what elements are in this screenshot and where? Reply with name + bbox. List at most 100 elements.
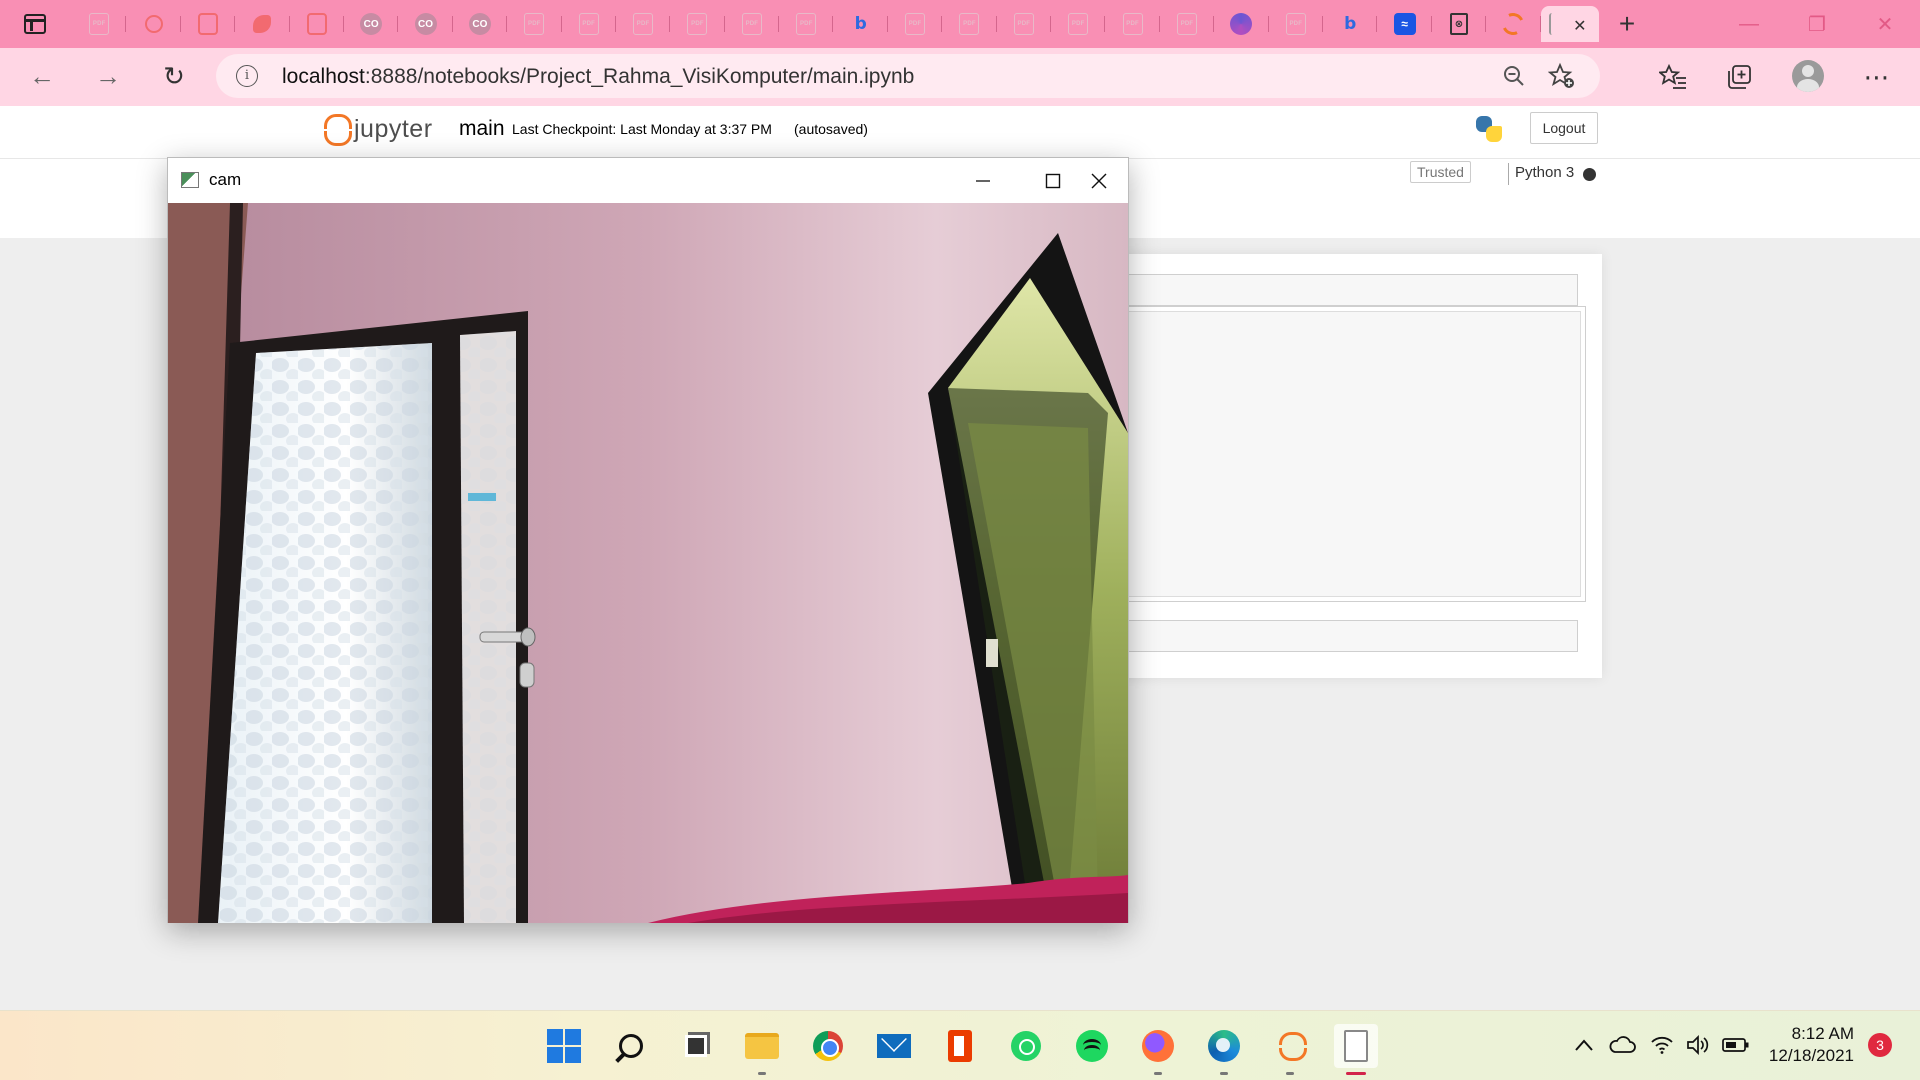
search-icon (619, 1034, 643, 1058)
window-restore-button[interactable]: ❐ (1802, 10, 1832, 38)
browser-tab[interactable]: PDF (507, 6, 562, 42)
zoom-out-icon[interactable] (1502, 64, 1526, 94)
collections-button[interactable] (1720, 58, 1758, 96)
browser-tab[interactable]: PDF (779, 6, 834, 42)
jupyter-logo-icon (322, 114, 352, 146)
battery-button[interactable] (1722, 1031, 1750, 1059)
cam-app-icon (181, 172, 199, 188)
cam-window-titlebar[interactable]: cam (168, 158, 1128, 203)
jupyter-logo[interactable]: jupyter (322, 114, 433, 146)
browser-tab[interactable]: ≈ (1377, 6, 1433, 42)
speaker-icon (1687, 1034, 1709, 1056)
new-tab-button[interactable]: + (1610, 8, 1644, 40)
browser-tab[interactable]: PDF (1269, 6, 1324, 42)
file-app-button[interactable] (1334, 1024, 1378, 1075)
site-info-icon[interactable]: i (236, 65, 258, 87)
browser-tab[interactable]: PDF (562, 6, 617, 42)
close-icon (1091, 173, 1107, 188)
maximize-icon (1045, 173, 1061, 188)
edge-icon (1230, 13, 1253, 35)
square-app-icon (306, 13, 327, 35)
window-close-button[interactable]: ✕ (1870, 10, 1900, 38)
show-hidden-icons-button[interactable] (1574, 1031, 1594, 1059)
profile-avatar[interactable] (1792, 60, 1824, 92)
browser-tab[interactable]: CO (344, 6, 399, 42)
trusted-badge[interactable]: Trusted (1410, 161, 1471, 183)
browser-tab[interactable]: b (833, 6, 889, 42)
window-minimize-button[interactable]: — (1734, 10, 1764, 38)
browser-tab[interactable]: PDF (670, 6, 726, 42)
browser-tab[interactable] (290, 6, 345, 42)
whatsapp-icon (1011, 1031, 1041, 1061)
back-button[interactable]: ← (22, 58, 62, 94)
browser-tab[interactable]: PDF (616, 6, 671, 42)
browser-tab[interactable] (1486, 6, 1541, 42)
notebook-name[interactable]: main (459, 117, 505, 141)
search-button[interactable] (609, 1024, 653, 1068)
browser-tab[interactable]: CO (398, 6, 454, 42)
chevron-up-icon (1575, 1039, 1593, 1051)
browser-tab[interactable]: PDF (1051, 6, 1106, 42)
jupyter-app-button[interactable] (1268, 1024, 1312, 1075)
add-favorite-icon[interactable] (1547, 62, 1576, 97)
colab-icon: CO (468, 13, 491, 35)
task-view-button[interactable] (674, 1024, 718, 1068)
settings-more-button[interactable]: ⋯ (1858, 58, 1896, 96)
edge-button[interactable] (1202, 1024, 1246, 1075)
tab-actions-menu-button[interactable] (16, 8, 54, 40)
mail-button[interactable] (872, 1024, 916, 1068)
refresh-button[interactable]: ↻ (154, 58, 194, 94)
browser-tab[interactable]: CO (453, 6, 508, 42)
forward-button[interactable]: → (88, 58, 128, 94)
wave-app-icon: ≈ (1393, 13, 1416, 35)
windows-taskbar: 8:12 AM 12/18/2021 3 (0, 1010, 1920, 1080)
favorites-button[interactable] (1654, 58, 1692, 96)
autosave-status: (autosaved) (794, 121, 868, 137)
volume-button[interactable] (1686, 1031, 1712, 1059)
network-button[interactable] (1650, 1031, 1674, 1059)
onedrive-button[interactable] (1608, 1031, 1636, 1059)
start-button[interactable] (542, 1024, 586, 1068)
notification-count-badge[interactable]: 3 (1868, 1033, 1892, 1057)
url-text[interactable]: localhost:8888/notebooks/Project_Rahma_V… (282, 65, 914, 89)
cam-close-button[interactable] (1070, 158, 1128, 203)
url-path: :8888/notebooks/Project_Rahma_VisiKomput… (364, 65, 915, 88)
browser-tab-bar: PDF CO CO CO PDF PDF PDF PDF PDF PDF b PDF PDF PDF PDF… (0, 0, 1920, 48)
browser-tab[interactable]: PDF (72, 6, 127, 42)
browser-tab[interactable] (126, 6, 182, 42)
doc-icon: ⊗ (1449, 13, 1468, 35)
browser-tab[interactable]: b (1323, 6, 1378, 42)
kernel-separator (1508, 163, 1509, 185)
browser-tab[interactable]: PDF (997, 6, 1052, 42)
browser-tab[interactable]: PDF (1105, 6, 1161, 42)
firefox-button[interactable] (1136, 1024, 1180, 1075)
chrome-button[interactable] (806, 1024, 850, 1068)
address-bar[interactable]: i localhost:8888/notebooks/Project_Rahma… (216, 54, 1600, 98)
browser-tab[interactable] (235, 6, 290, 42)
pdf-icon: PDF (905, 13, 926, 35)
browser-tab[interactable] (1214, 6, 1269, 42)
file-explorer-button[interactable] (740, 1024, 784, 1075)
clock-date: 12/18/2021 (1768, 1046, 1854, 1065)
spotify-button[interactable] (1070, 1024, 1114, 1068)
cam-window[interactable]: cam (167, 157, 1129, 923)
logout-button[interactable]: Logout (1530, 112, 1598, 144)
whatsapp-button[interactable] (1004, 1024, 1048, 1068)
office-button[interactable] (938, 1024, 982, 1068)
windows-logo-icon (547, 1029, 581, 1063)
camera-feed-image (168, 203, 1128, 923)
system-clock[interactable]: 8:12 AM 12/18/2021 (1764, 1023, 1854, 1067)
jupyter-header: jupyter main Last Checkpoint: Last Monda… (0, 106, 1920, 158)
browser-tab[interactable]: PDF (1160, 6, 1215, 42)
pdf-icon: PDF (524, 13, 545, 35)
pdf-icon: PDF (578, 13, 599, 35)
browser-tab-active[interactable]: ✕ (1540, 6, 1599, 42)
cam-minimize-button[interactable] (954, 158, 1012, 203)
tab-close-icon[interactable]: ✕ (1573, 16, 1586, 36)
browser-tab[interactable]: PDF (942, 6, 998, 42)
browser-tab[interactable]: PDF (725, 6, 780, 42)
browser-tab[interactable]: ⊗ (1432, 6, 1487, 42)
browser-tab[interactable] (181, 6, 236, 42)
browser-tab[interactable]: PDF (888, 6, 943, 42)
pdf-icon: PDF (959, 13, 980, 35)
